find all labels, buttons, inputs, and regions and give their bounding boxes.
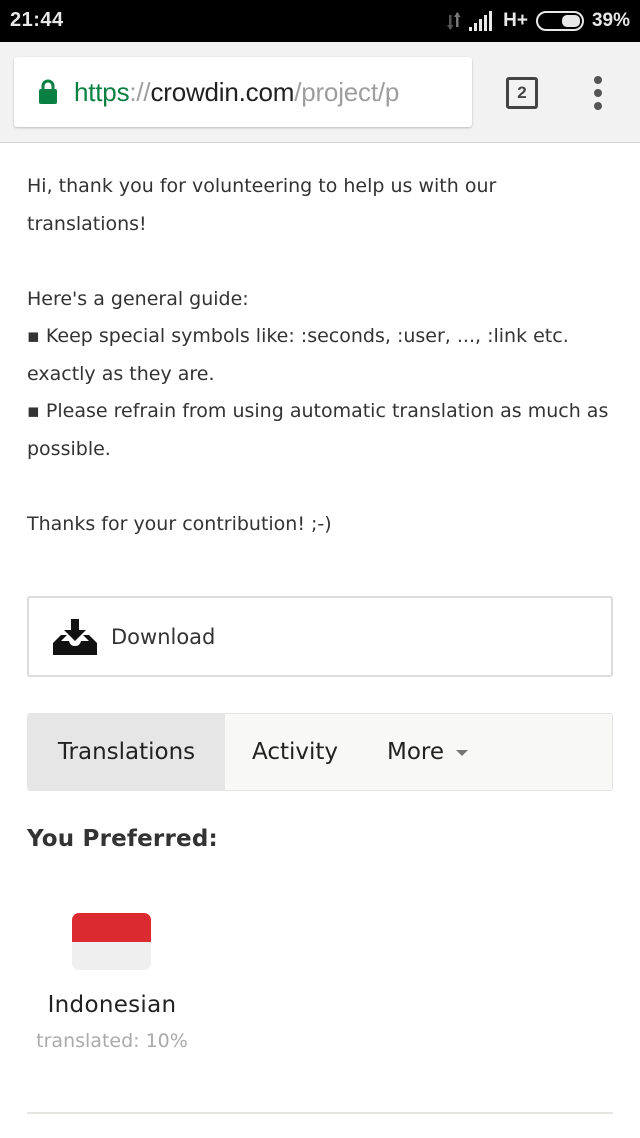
- download-button[interactable]: Download: [27, 596, 613, 677]
- section-divider: [27, 1112, 613, 1114]
- flag-stripe-red: [72, 913, 151, 942]
- thanks-text: Thanks for your contribution! ;-): [27, 512, 332, 535]
- status-bar: 21:44 H+ 39%: [0, 0, 640, 42]
- translation-progress: translated: 10%: [36, 1030, 188, 1052]
- download-tray-icon: [53, 618, 97, 655]
- indonesia-flag-icon: [72, 913, 151, 970]
- preferred-section-title: You Preferred:: [27, 826, 218, 852]
- signal-icon: [469, 11, 493, 31]
- lock-icon: [39, 79, 57, 104]
- url-scheme: https: [74, 76, 130, 107]
- more-vert-icon: [594, 76, 602, 84]
- data-transfer-icon: [447, 12, 461, 30]
- status-time: 21:44: [10, 9, 64, 31]
- url-path: /project/p: [294, 76, 400, 107]
- guide-rule: ▪ Keep special symbols like: :seconds, :…: [27, 325, 569, 385]
- address-bar[interactable]: https://crowdin.com/project/p: [14, 57, 472, 127]
- overflow-menu-button[interactable]: [588, 76, 608, 110]
- battery-percent: 39%: [591, 10, 630, 31]
- tab-translations[interactable]: Translations: [28, 714, 225, 790]
- caret-down-icon: [456, 750, 469, 756]
- tab-more-dropdown[interactable]: More: [361, 714, 469, 790]
- tab-switcher-button[interactable]: 2: [506, 77, 538, 109]
- tab-label: More: [387, 739, 445, 765]
- battery-icon: [535, 11, 584, 31]
- guide-rule: ▪ Please refrain from using automatic tr…: [27, 400, 609, 460]
- url-host: crowdin.com: [150, 76, 295, 107]
- more-vert-dot: [594, 89, 602, 97]
- tab-label: Activity: [252, 739, 339, 765]
- tab-activity[interactable]: Activity: [225, 714, 361, 790]
- url-text: https://crowdin.com/project/p: [74, 77, 399, 108]
- language-name: Indonesian: [47, 992, 177, 1018]
- language-card-indonesian[interactable]: Indonesian translated: 10%: [27, 912, 197, 1062]
- greeting-text: Hi, thank you for volunteering to help u…: [27, 175, 497, 235]
- url-separator: ://: [129, 76, 151, 107]
- tab-label: Translations: [57, 739, 196, 765]
- status-icons: H+ 39%: [447, 8, 630, 34]
- tab-count: 2: [517, 83, 527, 102]
- download-label: Download: [111, 624, 216, 649]
- more-vert-dot: [594, 102, 602, 110]
- guide-heading: Here's a general guide:: [27, 287, 249, 310]
- network-type: H+: [503, 10, 528, 31]
- flag-stripe-white: [72, 941, 151, 970]
- project-tabs: Translations Activity More: [27, 713, 613, 791]
- browser-toolbar: https://crowdin.com/project/p 2: [0, 42, 640, 143]
- project-description: Hi, thank you for volunteering to help u…: [27, 168, 617, 543]
